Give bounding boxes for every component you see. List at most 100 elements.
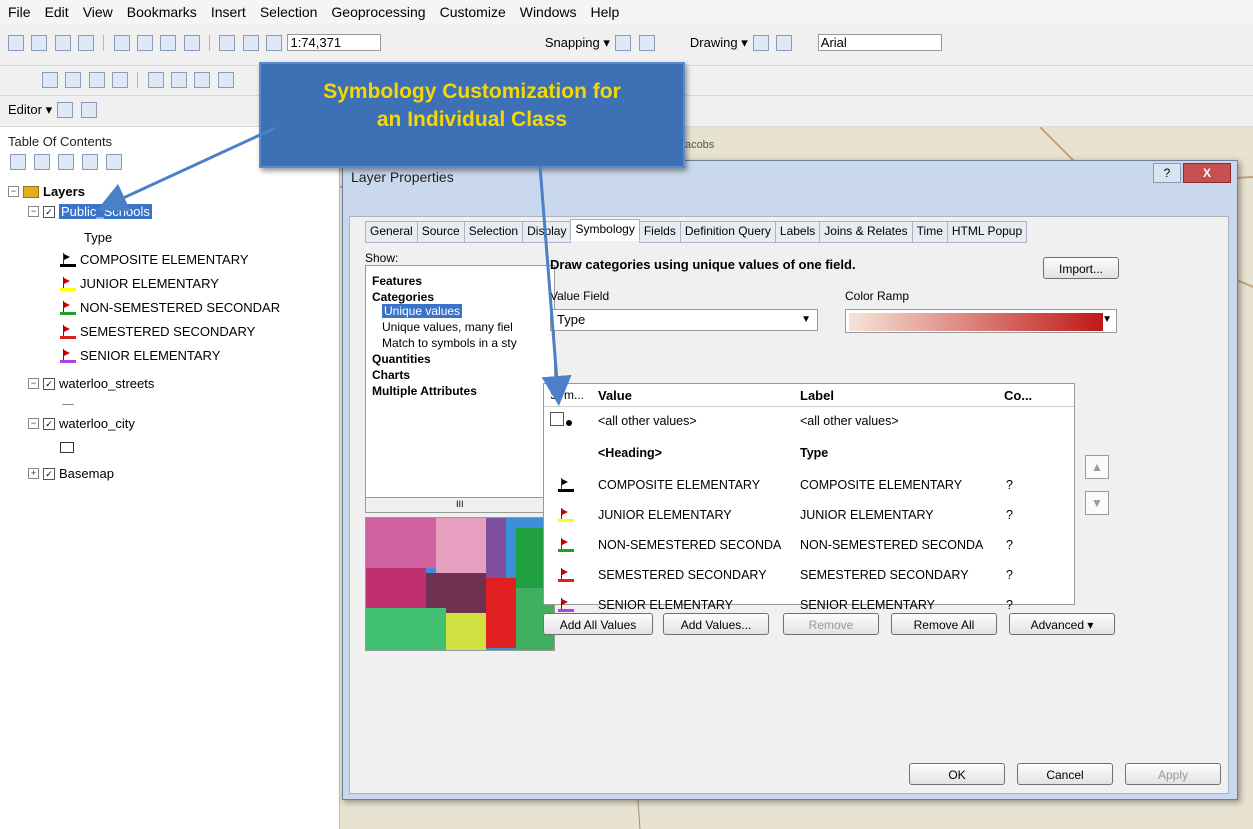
list-by-source-icon[interactable] bbox=[34, 154, 50, 170]
color-ramp-select[interactable]: ▼ bbox=[845, 309, 1117, 333]
col-symbol[interactable]: Sym... bbox=[550, 388, 584, 402]
apply-button[interactable]: Apply bbox=[1125, 763, 1221, 785]
row-count[interactable]: ? bbox=[1006, 538, 1013, 552]
import-button[interactable]: Import... bbox=[1043, 257, 1119, 279]
options-icon[interactable] bbox=[106, 154, 122, 170]
row-label[interactable]: JUNIOR ELEMENTARY bbox=[800, 508, 934, 522]
collapse-icon[interactable]: − bbox=[28, 206, 39, 217]
advanced-button[interactable]: Advanced ▾ bbox=[1009, 613, 1115, 635]
heading-label[interactable]: Type bbox=[800, 446, 828, 460]
toc-layer-city[interactable]: − ✓ waterloo_city bbox=[28, 416, 135, 431]
menu-windows[interactable]: Windows bbox=[518, 4, 579, 20]
tab-selection[interactable]: Selection bbox=[463, 221, 524, 243]
zoom-out-icon[interactable] bbox=[65, 72, 82, 88]
layer-name[interactable]: Public_Schools bbox=[59, 204, 152, 219]
toc-class-item[interactable]: SENIOR ELEMENTARY bbox=[60, 348, 220, 363]
other-values-checkbox[interactable] bbox=[550, 412, 564, 426]
menu-edit[interactable]: Edit bbox=[43, 4, 71, 20]
tab-source[interactable]: Source bbox=[416, 221, 465, 243]
scroll-thumb[interactable]: III bbox=[456, 499, 464, 509]
show-charts[interactable]: Charts bbox=[372, 368, 410, 382]
menu-view[interactable]: View bbox=[81, 4, 115, 20]
tab-display[interactable]: Display bbox=[522, 221, 572, 243]
sketch-icon[interactable] bbox=[80, 102, 97, 118]
collapse-icon[interactable]: − bbox=[28, 378, 39, 389]
list-by-visibility-icon[interactable] bbox=[58, 154, 74, 170]
row-count[interactable]: ? bbox=[1006, 568, 1013, 582]
collapse-icon[interactable]: − bbox=[28, 418, 39, 429]
layer-name[interactable]: waterloo_streets bbox=[59, 376, 154, 391]
tab-html-popup[interactable]: HTML Popup bbox=[946, 221, 1028, 243]
row-count[interactable]: ? bbox=[1006, 478, 1013, 492]
help-button[interactable]: ? bbox=[1153, 163, 1181, 183]
font-select[interactable]: Arial bbox=[817, 34, 942, 51]
row-count[interactable]: ? bbox=[1006, 508, 1013, 522]
delete-icon[interactable] bbox=[183, 34, 200, 51]
row-label[interactable]: SENIOR ELEMENTARY bbox=[800, 598, 935, 612]
fixed-zoom-in-icon[interactable] bbox=[147, 72, 164, 88]
show-multiple-attributes[interactable]: Multiple Attributes bbox=[372, 384, 477, 398]
row-count[interactable]: ? bbox=[1006, 598, 1013, 612]
row-label[interactable]: NON-SEMESTERED SECONDA bbox=[800, 538, 983, 552]
col-value[interactable]: Value bbox=[598, 388, 632, 403]
select-elements-icon[interactable] bbox=[753, 34, 770, 51]
snap-vertex-icon[interactable] bbox=[638, 34, 655, 51]
drawing-menu[interactable]: Drawing ▾ bbox=[690, 35, 748, 50]
back-icon[interactable] bbox=[194, 72, 211, 88]
show-match-symbols[interactable]: Match to symbols in a sty bbox=[382, 336, 517, 350]
toc-layer-basemap[interactable]: + ✓ Basemap bbox=[28, 466, 114, 481]
full-extent-icon[interactable] bbox=[112, 72, 129, 88]
editor-menu[interactable]: Editor ▾ bbox=[8, 102, 52, 117]
layer-name[interactable]: Basemap bbox=[59, 466, 114, 481]
expand-icon[interactable]: + bbox=[28, 468, 39, 479]
cancel-button[interactable]: Cancel bbox=[1017, 763, 1113, 785]
scale-input[interactable]: 1:74,371 bbox=[287, 34, 382, 51]
close-button[interactable]: X bbox=[1183, 163, 1231, 183]
menu-geoprocessing[interactable]: Geoprocessing bbox=[329, 4, 427, 20]
fixed-zoom-out-icon[interactable] bbox=[171, 72, 188, 88]
show-quantities[interactable]: Quantities bbox=[372, 352, 431, 366]
menu-help[interactable]: Help bbox=[589, 4, 622, 20]
paste-icon[interactable] bbox=[160, 34, 177, 51]
menu-insert[interactable]: Insert bbox=[209, 4, 248, 20]
other-values-label[interactable]: <all other values> bbox=[800, 414, 899, 428]
move-up-button[interactable]: ▲ bbox=[1085, 455, 1109, 479]
tab-symbology[interactable]: Symbology bbox=[570, 219, 640, 241]
row-value[interactable]: SENIOR ELEMENTARY bbox=[598, 598, 733, 612]
undo-icon[interactable] bbox=[219, 34, 236, 51]
snap-point-icon[interactable] bbox=[615, 34, 632, 51]
toc-class-item[interactable]: SEMESTERED SECONDARY bbox=[60, 324, 255, 339]
col-label[interactable]: Label bbox=[800, 388, 834, 403]
copy-icon[interactable] bbox=[137, 34, 154, 51]
tab-general[interactable]: General bbox=[365, 221, 418, 243]
tab-joins-relates[interactable]: Joins & Relates bbox=[819, 221, 913, 243]
tab-fields[interactable]: Fields bbox=[638, 221, 681, 243]
toc-class-item[interactable]: COMPOSITE ELEMENTARY bbox=[60, 252, 249, 267]
toc-layer-public-schools[interactable]: − ✓ Public_Schools bbox=[28, 204, 152, 219]
open-icon[interactable] bbox=[31, 34, 48, 51]
col-count[interactable]: Co... bbox=[1004, 388, 1032, 403]
new-icon[interactable] bbox=[8, 34, 24, 51]
redo-icon[interactable] bbox=[242, 34, 259, 51]
toc-class-item[interactable]: JUNIOR ELEMENTARY bbox=[60, 276, 219, 291]
layer-checkbox[interactable]: ✓ bbox=[43, 377, 55, 390]
show-unique-values[interactable]: Unique values bbox=[382, 304, 463, 318]
list-by-selection-icon[interactable] bbox=[82, 154, 98, 170]
ok-button[interactable]: OK bbox=[909, 763, 1005, 785]
horizontal-scrollbar[interactable]: III bbox=[365, 497, 555, 513]
menu-bookmarks[interactable]: Bookmarks bbox=[125, 4, 199, 20]
edit-tool-icon[interactable] bbox=[57, 102, 74, 118]
collapse-icon[interactable]: − bbox=[8, 186, 19, 197]
row-value[interactable]: SEMESTERED SECONDARY bbox=[598, 568, 767, 582]
remove-all-button[interactable]: Remove All bbox=[891, 613, 997, 635]
layer-name[interactable]: waterloo_city bbox=[59, 416, 135, 431]
layer-checkbox[interactable]: ✓ bbox=[43, 467, 55, 480]
show-unique-values-many[interactable]: Unique values, many fiel bbox=[382, 320, 513, 334]
show-categories[interactable]: Categories bbox=[372, 290, 434, 304]
other-values-value[interactable]: <all other values> bbox=[598, 414, 697, 428]
add-data-icon[interactable] bbox=[266, 34, 283, 51]
show-features[interactable]: Features bbox=[372, 274, 422, 288]
pan-icon[interactable] bbox=[88, 72, 105, 88]
move-down-button[interactable]: ▼ bbox=[1085, 491, 1109, 515]
toc-layer-streets[interactable]: − ✓ waterloo_streets bbox=[28, 376, 154, 391]
